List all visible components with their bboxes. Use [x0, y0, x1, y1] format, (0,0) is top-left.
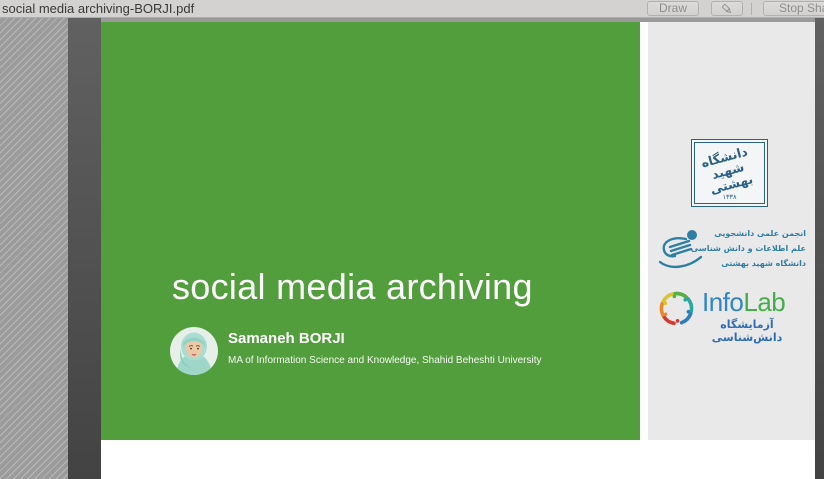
author-name: Samaneh BORJI — [228, 330, 345, 347]
infolab-wordmark: InfoLab — [702, 287, 785, 318]
slide-title: social media archiving — [172, 266, 632, 308]
university-emblem-calligraphy: دانشگاه شهید بهشتی — [694, 143, 763, 200]
association-line-2: علم اطلاعات و دانش شناسی — [710, 241, 806, 256]
toolbar-separator — [751, 3, 752, 15]
window-titlebar: social media archiving-BORJI.pdf Draw St… — [0, 0, 824, 18]
pencil-tool-button[interactable] — [711, 1, 743, 16]
author-affiliation: MA of Information Science and Knowledge,… — [228, 355, 542, 366]
slide-white-divider — [640, 22, 648, 440]
avatar — [170, 327, 218, 375]
stop-share-button[interactable]: Stop Sha — [763, 1, 824, 16]
university-emblem-year: ۱۳۳۸ — [695, 193, 764, 201]
association-logo-text: انجمن علمی دانشجویی علم اطلاعات و دانش ش… — [710, 226, 806, 271]
university-emblem: دانشگاه شهید بهشتی ۱۳۳۸ — [691, 139, 768, 207]
draw-button[interactable]: Draw — [647, 1, 699, 16]
infolab-word-info: Info — [702, 287, 743, 317]
window-title: social media archiving-BORJI.pdf — [2, 1, 194, 16]
infolab-persian-caption: آزمایشگاه دانش‌شناسی — [700, 318, 794, 344]
pdf-gutter-right — [815, 18, 824, 479]
author-portrait-icon — [170, 327, 218, 375]
university-emblem-inner-border: دانشگاه شهید بهشتی ۱۳۳۸ — [694, 142, 765, 204]
slide-green-background — [101, 22, 640, 440]
next-page-edge — [101, 440, 815, 479]
association-line-3: دانشگاه شهید بهشتی — [710, 256, 806, 271]
screen-share-striped-region — [0, 18, 68, 479]
infolab-swirl-icon — [655, 287, 698, 330]
pencil-icon — [720, 3, 734, 15]
pdf-gutter-left — [68, 18, 101, 479]
association-line-1: انجمن علمی دانشجویی — [710, 226, 806, 241]
infolab-word-lab: Lab — [743, 287, 785, 317]
screen-share-view: social media archiving Samaneh BORJI MA … — [0, 0, 824, 479]
